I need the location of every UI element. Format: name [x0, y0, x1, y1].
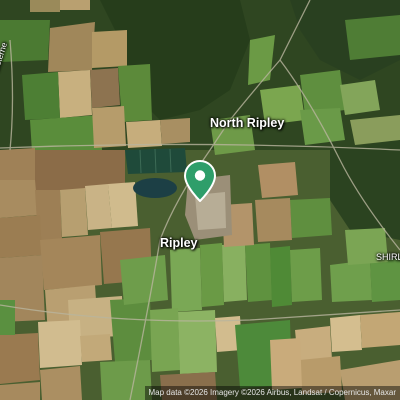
place-label-ripley: Ripley: [160, 236, 198, 250]
map-attribution: Map data ©2026 Imagery ©2026 Airbus, Lan…: [144, 386, 400, 400]
place-label-north-ripley: North Ripley: [210, 116, 285, 130]
place-label-shirley: SHIRL: [376, 252, 400, 262]
location-pin-icon[interactable]: [183, 159, 217, 203]
